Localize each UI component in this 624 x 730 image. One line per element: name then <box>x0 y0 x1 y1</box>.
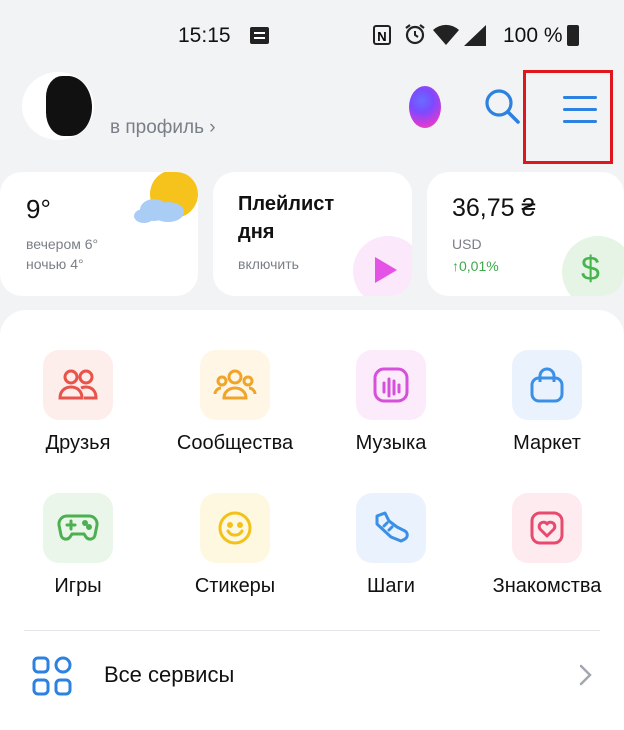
service-dating[interactable]: Знакомства <box>477 493 617 598</box>
wifi-icon <box>433 24 459 45</box>
currency-change: ↑0,01% <box>452 258 499 274</box>
service-label: Шаги <box>367 575 415 597</box>
service-games[interactable]: Игры <box>8 493 148 598</box>
service-communities[interactable]: Сообщества <box>165 350 305 455</box>
service-steps[interactable]: Шаги <box>321 493 461 598</box>
menu-icon <box>563 96 597 99</box>
playlist-title-line2: дня <box>238 221 275 243</box>
market-icon <box>530 367 564 403</box>
battery-percent: 100 % <box>503 24 563 47</box>
playlist-widget[interactable]: Плейлист дня включить <box>213 172 412 296</box>
battery-icon <box>567 25 579 46</box>
weather-evening: вечером 6° <box>26 236 99 252</box>
voice-assistant-icon[interactable] <box>409 86 441 128</box>
weather-widget[interactable]: 9° вечером 6° ночью 4° <box>0 172 198 296</box>
service-market[interactable]: Маркет <box>477 350 617 455</box>
chevron-right-icon[interactable] <box>578 664 592 686</box>
alarm-icon <box>405 24 425 45</box>
status-time: 15:15 <box>178 24 231 47</box>
nfc-icon: N <box>373 25 391 45</box>
message-notification-icon <box>250 27 269 44</box>
service-stickers[interactable]: Стикеры <box>165 493 305 598</box>
status-bar: 15:15 N 100 % <box>0 0 624 72</box>
playlist-title-line1: Плейлист <box>238 193 335 215</box>
play-icon <box>375 257 397 283</box>
service-label: Знакомства <box>492 575 602 597</box>
service-label: Стикеры <box>194 575 276 597</box>
service-label: Друзья <box>45 432 111 454</box>
service-label: Маркет <box>513 432 581 454</box>
cloudy-sun-icon <box>134 172 198 223</box>
stickers-icon <box>218 511 252 545</box>
friends-icon <box>58 369 98 400</box>
all-services-icon <box>32 656 72 696</box>
profile-link[interactable]: в профиль › <box>110 117 216 139</box>
search-icon[interactable] <box>482 86 522 126</box>
games-icon <box>57 514 99 541</box>
playlist-action: включить <box>238 256 299 272</box>
dollar-icon: $ <box>581 250 600 288</box>
communities-icon <box>213 369 257 400</box>
currency-value: 36,75 ₴ <box>452 194 536 222</box>
music-icon <box>373 367 409 403</box>
currency-code: USD <box>452 236 482 252</box>
service-label: Сообщества <box>176 432 294 454</box>
menu-button[interactable] <box>523 70 613 164</box>
service-label: Музыка <box>355 432 427 454</box>
service-music[interactable]: Музыка <box>321 350 461 455</box>
weather-night: ночью 4° <box>26 256 84 272</box>
avatar[interactable] <box>22 72 94 140</box>
service-friends[interactable]: Друзья <box>8 350 148 455</box>
steps-icon <box>375 511 409 543</box>
weather-temperature: 9° <box>26 194 51 224</box>
currency-widget[interactable]: 36,75 ₴ USD ↑0,01% $ <box>427 172 624 296</box>
divider <box>24 630 600 631</box>
service-label: Игры <box>54 575 102 597</box>
dating-icon <box>530 511 564 545</box>
all-services-button[interactable]: Все сервисы <box>104 662 234 688</box>
signal-icon <box>464 25 486 46</box>
